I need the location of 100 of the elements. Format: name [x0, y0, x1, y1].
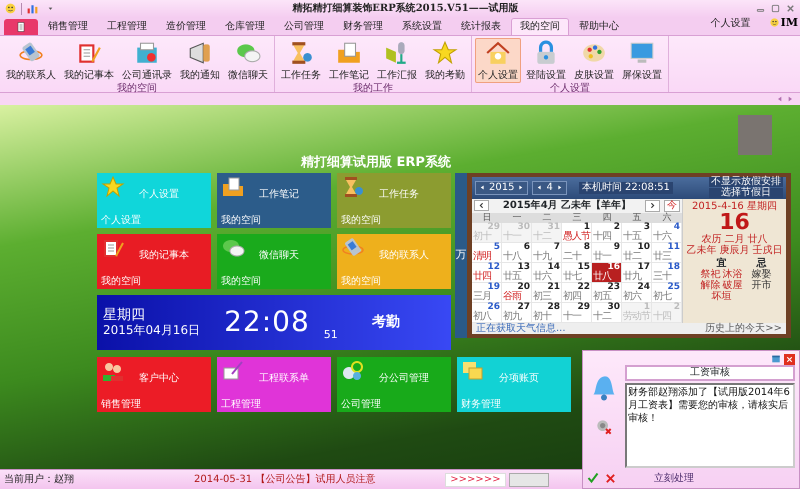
calendar-day[interactable]: 30 十二 — [592, 302, 622, 322]
folder-icon — [336, 40, 362, 66]
calendar-day[interactable]: 15 廿七 — [562, 262, 592, 282]
calendar-day[interactable]: 11 廿三 — [652, 242, 682, 262]
current-user: 当前用户：赵翔 — [4, 472, 74, 487]
calendar-day[interactable]: 23 初五 — [592, 282, 622, 302]
house-icon — [485, 40, 511, 66]
holiday-dropdown[interactable]: 选择节假日 — [709, 188, 783, 198]
almanac-day: 16 — [719, 212, 750, 234]
attendance-label: 考勤 — [372, 312, 400, 332]
circle-cross-icon — [596, 419, 612, 435]
local-time: 本机时间 22:08:51 — [578, 182, 673, 194]
scroll-right-icon — [786, 95, 794, 103]
restore-button[interactable] — [770, 3, 781, 14]
group-label: 我的工作 — [352, 83, 394, 94]
im-button[interactable]: IM — [766, 14, 800, 31]
calendar-day[interactable]: 13 廿五 — [502, 262, 532, 282]
calendar-day[interactable]: 25 初七 — [652, 282, 682, 302]
calendar-day[interactable]: 29 十一 — [562, 302, 592, 322]
ribbon-button[interactable]: 我的通知 — [177, 38, 223, 83]
calendar-day[interactable]: 5 清明 — [472, 242, 502, 262]
scroll-button[interactable]: >>>>>> — [445, 472, 506, 486]
check-icon — [587, 472, 599, 484]
ribbon-tab[interactable]: 财务管理 — [334, 18, 392, 35]
ribbon-button[interactable]: 个人设置 — [475, 38, 521, 83]
ribbon-tab[interactable]: 造价管理 — [157, 18, 215, 35]
calendar-day[interactable]: 21 初三 — [532, 282, 562, 302]
ribbon-tab[interactable]: 统计报表 — [452, 18, 510, 35]
today-button[interactable]: 今 — [664, 200, 680, 212]
banner-title: 精打细算试用版 ERP系统 — [301, 154, 451, 172]
smiley-icon — [768, 17, 780, 28]
ribbon-tab[interactable]: 公司管理 — [275, 18, 333, 35]
ribbon-tab[interactable]: 系统设置 — [393, 18, 451, 35]
folder-icon — [221, 174, 245, 198]
weekday-label: 四 — [602, 212, 612, 222]
dismiss-button[interactable] — [605, 472, 616, 484]
weekday-label: 日 — [482, 212, 492, 222]
calendar-day[interactable]: 4 十六 — [652, 222, 682, 242]
notification-title: 工资审核 — [625, 365, 795, 381]
ribbon-button[interactable]: 微信聊天 — [225, 38, 271, 83]
ribbon-button[interactable]: 工作任务 — [278, 38, 324, 83]
tile[interactable]: 工作笔记 我的空间 — [217, 172, 331, 228]
calendar-day[interactable]: 7 十九 — [532, 242, 562, 262]
close-button[interactable] — [784, 354, 795, 364]
prev-month-button[interactable] — [474, 200, 489, 211]
calendar-day[interactable]: 3 十五 — [622, 222, 652, 242]
scroll-icon — [341, 358, 365, 382]
tile[interactable]: 客户中心 销售管理 — [97, 356, 211, 412]
calendar-day[interactable]: 28 初十 — [532, 302, 562, 322]
calendar-day[interactable]: 8 二十 — [562, 242, 592, 262]
calendar-day[interactable]: 9 廿一 — [592, 242, 622, 262]
ribbon-button[interactable]: 工作汇报 — [374, 38, 420, 83]
bad-item: 嫁娶 — [752, 268, 772, 280]
calendar-day[interactable]: 10 廿二 — [622, 242, 652, 262]
ribbon-button[interactable]: 屏保设置 — [619, 38, 665, 83]
calendar-day[interactable]: 12 廿四 — [472, 262, 502, 282]
ribbon-button[interactable]: 登陆设置 — [523, 38, 569, 83]
ribbon-button[interactable]: 我的记事本 — [61, 38, 117, 83]
calendar-day[interactable]: 19 三月 — [472, 282, 502, 302]
calendar-day[interactable]: 14 廿六 — [532, 262, 562, 282]
ribbon-button[interactable]: 我的联系人 — [3, 38, 59, 83]
weekday-label: 三 — [572, 212, 582, 222]
ribbon-tab[interactable]: 工程管理 — [98, 18, 156, 35]
ribbon-button[interactable]: 皮肤设置 — [571, 38, 617, 83]
calendar-day[interactable]: 26 初八 — [472, 302, 502, 322]
confirm-button[interactable] — [587, 472, 599, 484]
close-button[interactable] — [785, 3, 796, 14]
ribbon-tab[interactable]: 帮助中心 — [570, 18, 628, 35]
app-menu-button[interactable] — [4, 19, 38, 35]
weekday-label: 五 — [632, 212, 642, 222]
clock-tile[interactable]: 星期四 2015年04月16日 22:08 51 考勤 — [97, 294, 451, 350]
ribbon-tab[interactable]: 我的空间 — [511, 18, 569, 35]
calendar-day[interactable]: 2 十四 — [592, 222, 622, 242]
calendar-day[interactable]: 20 谷雨 — [502, 282, 532, 302]
tile[interactable]: 我的记事本 我的空间 — [97, 234, 211, 288]
calendar-day[interactable]: 17 廿九 — [622, 262, 652, 282]
ribbon-button[interactable]: 工作笔记 — [326, 38, 372, 83]
year-spinner[interactable]: 2015 — [475, 180, 528, 194]
ribbon-tab[interactable]: 仓库管理 — [216, 18, 274, 35]
month-spinner[interactable]: 4 — [532, 180, 567, 194]
ribbon-tab[interactable]: 销售管理 — [39, 18, 97, 35]
calendar-day[interactable]: 27 初九 — [502, 302, 532, 322]
photo-placeholder — [738, 115, 772, 155]
next-month-button[interactable] — [645, 200, 660, 212]
history-link[interactable]: 历史上的今天>> — [705, 322, 782, 334]
weather-text: 正在获取天气信息... — [476, 322, 566, 334]
ribbon-button[interactable]: 公司通讯录 — [119, 38, 175, 83]
calendar-day[interactable]: 18 三十 — [652, 262, 682, 282]
calendar-day[interactable]: 6 十八 — [502, 242, 532, 262]
calendar-day[interactable]: 1 愚人节 — [562, 222, 592, 242]
holiday-button[interactable]: 不显示放假安排 — [709, 177, 783, 187]
settings-link[interactable]: 个人设置 — [710, 16, 751, 31]
calendar-day[interactable]: 22 初四 — [562, 282, 592, 302]
calendar-day[interactable]: 16 廿八 — [592, 262, 622, 282]
notice-text: 2014-05-31 【公司公告】试用人员注意 — [194, 472, 376, 487]
arrow-left-icon — [536, 184, 544, 191]
ribbon-button[interactable]: 我的考勤 — [422, 38, 468, 83]
calendar-day[interactable]: 24 初六 — [622, 282, 652, 302]
process-now-button[interactable]: 立刻处理 — [654, 470, 694, 486]
tile[interactable]: 工程联系单 工程管理 — [217, 356, 331, 412]
